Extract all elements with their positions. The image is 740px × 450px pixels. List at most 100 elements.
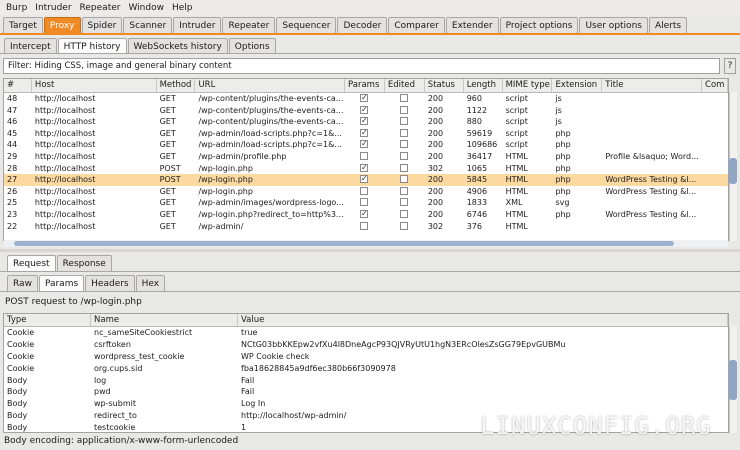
table-row[interactable]: Body wp-submit Log In xyxy=(4,398,728,410)
column-header-value[interactable]: Value xyxy=(238,314,728,326)
table-row[interactable]: Body pwd Fail xyxy=(4,386,728,398)
table-row[interactable]: 47 http://localhost GET/wp-content/plugins… xyxy=(4,105,728,117)
tab-intercept[interactable]: Intercept xyxy=(4,38,57,54)
params-checkbox[interactable] xyxy=(360,116,369,127)
params-checkbox[interactable] xyxy=(360,174,369,185)
menu-repeater[interactable]: Repeater xyxy=(76,3,125,13)
params-checkbox[interactable] xyxy=(360,163,369,173)
tab-alerts[interactable]: Alerts xyxy=(648,17,688,33)
tab-response[interactable]: Response xyxy=(56,255,112,271)
tab-websockets-history[interactable]: WebSockets history xyxy=(127,38,228,54)
params-checkbox[interactable] xyxy=(360,221,369,230)
params-checkbox[interactable] xyxy=(360,139,369,150)
cell-ext xyxy=(552,221,602,233)
edited-checkbox[interactable] xyxy=(399,175,408,184)
tab-scanner[interactable]: Scanner xyxy=(123,17,173,33)
edited-checkbox[interactable] xyxy=(399,221,408,230)
edited-checkbox[interactable] xyxy=(399,105,408,114)
column-header-title[interactable]: Title xyxy=(602,79,703,92)
edited-checkbox[interactable] xyxy=(399,140,408,149)
params-checkbox[interactable] xyxy=(360,198,369,207)
tab-raw[interactable]: Raw xyxy=(7,275,38,291)
tab-target[interactable]: Target xyxy=(3,17,43,33)
edited-checkbox[interactable] xyxy=(399,186,408,195)
history-horizontal-scroll-thumb[interactable] xyxy=(14,241,674,246)
tab-proxy[interactable]: Proxy xyxy=(43,17,81,33)
table-row[interactable]: 27 http://localhost POST/wp-login.php 200 58… xyxy=(4,174,728,186)
params-checkbox[interactable] xyxy=(360,186,369,195)
column-header-num[interactable]: # xyxy=(4,79,32,92)
edited-checkbox[interactable] xyxy=(399,117,408,126)
table-row[interactable]: 44 http://localhost GET/wp-admin/load-scri… xyxy=(4,139,728,151)
menu-intruder[interactable]: Intruder xyxy=(31,3,75,13)
table-row[interactable]: Cookie org.cups.sid fba18628845a9df6ec380b… xyxy=(4,363,728,375)
column-header-length[interactable]: Length xyxy=(464,79,503,92)
tab-request[interactable]: Request xyxy=(7,255,56,271)
tab-comparer[interactable]: Comparer xyxy=(388,17,445,33)
edited-checkbox[interactable] xyxy=(399,209,408,218)
tab-options[interactable]: Options xyxy=(228,38,276,54)
params-checkbox[interactable] xyxy=(360,151,369,160)
edited-checkbox[interactable] xyxy=(399,94,408,102)
tab-intruder[interactable]: Intruder xyxy=(173,17,222,33)
tab-extender[interactable]: Extender xyxy=(445,17,499,33)
tab-hex[interactable]: Hex xyxy=(135,275,166,291)
params-checkbox[interactable] xyxy=(360,105,369,115)
column-header-mime-type[interactable]: MIME type xyxy=(503,79,553,92)
table-row[interactable]: 25 http://localhost GET/wp-admin/images/wo… xyxy=(4,197,728,209)
params-checkbox[interactable] xyxy=(360,128,369,138)
cell-type: Body xyxy=(7,399,28,409)
column-header-status[interactable]: Status xyxy=(425,79,464,92)
tab-http-history[interactable]: HTTP history xyxy=(57,38,127,54)
table-row[interactable]: 26 http://localhost GET/wp-login.php 200 490… xyxy=(4,186,728,198)
column-header-params[interactable]: Params xyxy=(345,79,385,92)
tab-repeater[interactable]: Repeater xyxy=(222,17,276,33)
edited-checkbox[interactable] xyxy=(399,198,408,207)
edited-checkbox[interactable] xyxy=(399,151,408,160)
table-row[interactable]: Cookie csrftoken NCtG03bbKKEpw2vfXu4l8DneA… xyxy=(4,339,728,351)
params-checkbox[interactable] xyxy=(360,93,369,104)
column-header-url[interactable]: URL xyxy=(195,79,346,92)
tab-decoder[interactable]: Decoder xyxy=(337,17,388,33)
column-header-edited[interactable]: Edited xyxy=(385,79,425,92)
table-row[interactable]: Cookie wordpress_test_cookie WP Cookie che… xyxy=(4,351,728,363)
column-header-type[interactable]: Type xyxy=(4,314,91,326)
table-row[interactable]: 46 http://localhost GET/wp-content/plugins… xyxy=(4,116,728,128)
filter-bar[interactable]: Filter: Hiding CSS, image and general bi… xyxy=(3,58,720,74)
edited-checkbox[interactable] xyxy=(399,163,408,172)
cell-edited xyxy=(385,93,425,105)
filter-help-button[interactable]: ? xyxy=(724,58,736,74)
column-header-com[interactable]: Com xyxy=(702,79,728,92)
column-header-method[interactable]: Method xyxy=(157,79,196,92)
table-row[interactable]: 45 http://localhost GET/wp-admin/load-scri… xyxy=(4,128,728,140)
column-header-name[interactable]: Name xyxy=(91,314,238,326)
tab-headers[interactable]: Headers xyxy=(85,275,135,291)
table-row[interactable]: Body log Fail xyxy=(4,375,728,387)
tab-params[interactable]: Params xyxy=(38,275,85,291)
table-row[interactable]: Cookie nc_sameSiteCookiestrict true xyxy=(4,327,728,339)
table-row[interactable]: 29 http://localhost GET/wp-admin/profile.p… xyxy=(4,151,728,163)
params-vertical-scroll-thumb[interactable] xyxy=(729,360,737,400)
tab-user-options[interactable]: User options xyxy=(579,17,648,33)
tab-project-options[interactable]: Project options xyxy=(499,17,579,33)
cell-length: 880 xyxy=(466,117,482,127)
cell-comment xyxy=(702,105,728,117)
column-header-host[interactable]: Host xyxy=(32,79,157,92)
table-row[interactable]: 23 http://localhost GET/wp-login.php?redir… xyxy=(4,209,728,221)
cell-title xyxy=(602,116,702,128)
params-checkbox[interactable] xyxy=(360,209,369,220)
menu-burp[interactable]: Burp xyxy=(2,3,31,13)
pane-splitter[interactable] xyxy=(0,249,740,252)
history-vertical-scroll-thumb[interactable] xyxy=(729,158,737,184)
tab-spider[interactable]: Spider xyxy=(81,17,123,33)
tab-sequencer[interactable]: Sequencer xyxy=(276,17,337,33)
menu-window[interactable]: Window xyxy=(124,3,168,13)
edited-checkbox[interactable] xyxy=(399,128,408,137)
cell-host: http://localhost xyxy=(34,128,96,138)
table-row[interactable]: 28 http://localhost POST/wp-login.php 302 10… xyxy=(4,163,728,175)
menu-help[interactable]: Help xyxy=(168,3,197,13)
table-row[interactable]: 22 http://localhost GET/wp-admin/302 376 HTM… xyxy=(4,221,728,233)
table-row[interactable]: 48 http://localhost GET/wp-content/plugins… xyxy=(4,93,728,105)
column-header-extension[interactable]: Extension xyxy=(552,79,603,92)
cell-host: http://localhost xyxy=(34,163,96,173)
